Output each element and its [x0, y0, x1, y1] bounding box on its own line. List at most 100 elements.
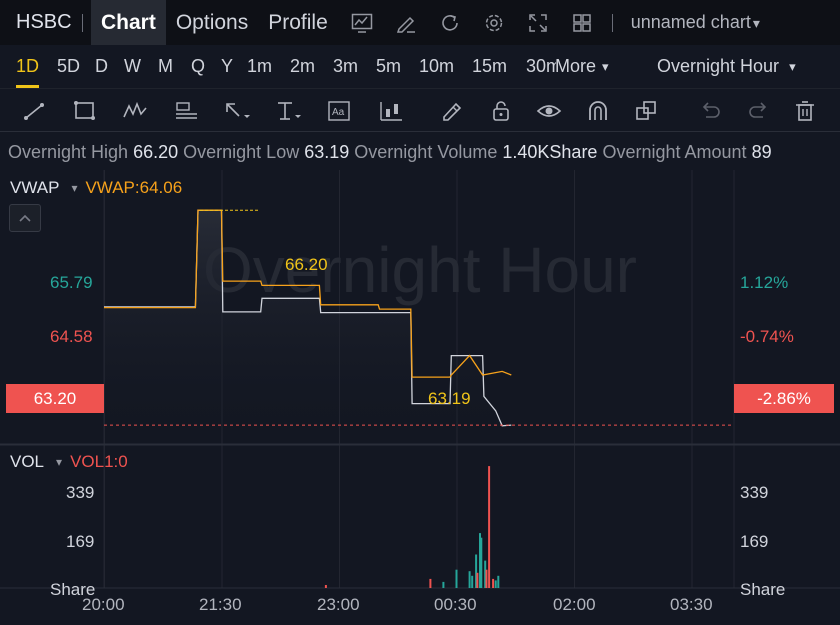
volume-indicator-header[interactable]: VOL ▾ VOL1:0 — [10, 452, 128, 472]
volume-bar — [480, 537, 483, 588]
volume-bar — [494, 580, 497, 588]
refresh-icon[interactable] — [428, 0, 472, 45]
current-price-tag: 63.20 — [6, 384, 104, 413]
draw-pencil-icon[interactable] — [384, 0, 428, 45]
timeframe-5D[interactable]: 5D — [57, 45, 80, 88]
volume-bar — [485, 569, 488, 588]
right-axis-label: 1.12% — [740, 273, 789, 292]
clone-icon[interactable] — [631, 97, 661, 125]
divider — [82, 13, 83, 32]
vwap-indicator-header[interactable]: VWAP ▾ VWAP:64.06 — [10, 178, 182, 198]
timeframe-bar: 1D 5D D W M Q Y 1m 2m 3m 5m 10m 15m 30m … — [0, 45, 840, 88]
rectangle-icon[interactable] — [70, 97, 100, 125]
chart-type-icon[interactable] — [340, 0, 384, 45]
collapse-indicators-button[interactable] — [9, 204, 41, 232]
timeframe-3m[interactable]: 3m — [333, 45, 358, 88]
more-timeframes-dropdown[interactable]: More ▾ — [555, 45, 609, 88]
volume-bar — [492, 578, 495, 588]
timeframe-1m[interactable]: 1m — [247, 45, 272, 88]
trash-icon[interactable] — [790, 97, 820, 125]
chevron-down-icon[interactable]: ▾ — [71, 181, 77, 195]
eye-icon[interactable] — [534, 97, 564, 125]
timeframe-W[interactable]: W — [124, 45, 141, 88]
vol-name: VOL — [10, 452, 45, 471]
divider — [611, 13, 613, 32]
price-chart[interactable]: Overnight Hour — [0, 170, 840, 625]
arrow-icon[interactable] — [222, 97, 252, 125]
lock-icon[interactable] — [486, 97, 516, 125]
timeframe-30m[interactable]: 30m — [526, 45, 556, 88]
volume-bar — [476, 572, 479, 588]
price-range-icon[interactable] — [273, 97, 303, 125]
high-label: Overnight High — [8, 142, 129, 162]
text-label-icon[interactable]: Aa — [325, 97, 355, 125]
timeframe-10m[interactable]: 10m — [419, 45, 454, 88]
volume-bar — [442, 581, 445, 588]
vol-right-axis-label: 169 — [740, 532, 769, 551]
volume-label: Overnight Volume — [354, 142, 498, 162]
left-axis-label: 64.58 — [50, 327, 93, 346]
right-axis-label: -0.74% — [740, 327, 794, 346]
tab-options[interactable]: Options — [166, 0, 258, 45]
vol-right-axis-label: 339 — [740, 483, 769, 502]
timeframe-5m[interactable]: 5m — [376, 45, 401, 88]
chevron-down-icon[interactable]: ▾ — [56, 455, 62, 469]
session-stats: Overnight High 66.20 Overnight Low 63.19… — [8, 142, 772, 163]
fullscreen-icon[interactable] — [516, 0, 560, 45]
vol-value: VOL1:0 — [70, 452, 128, 471]
magnet-icon[interactable] — [583, 97, 613, 125]
vwap-name: VWAP — [10, 178, 60, 197]
time-axis-label: 03:30 — [670, 595, 713, 614]
symbol-label[interactable]: HSBC — [0, 11, 92, 34]
more-label: More — [555, 56, 597, 76]
layout-grid-icon[interactable] — [560, 0, 604, 45]
volume-series — [324, 466, 500, 588]
redo-icon[interactable] — [744, 97, 774, 125]
high-value: 66.20 — [133, 142, 179, 162]
time-axis-label: 02:00 — [553, 595, 596, 614]
undo-icon[interactable] — [695, 97, 725, 125]
vol-left-axis-label: 169 — [66, 532, 95, 551]
vol-left-axis-label: 339 — [66, 483, 95, 502]
chevron-up-icon — [19, 214, 31, 222]
timeframe-30m-label: 30m — [526, 56, 556, 76]
settings-gear-icon[interactable] — [472, 0, 516, 45]
low-marker-label: 63.19 — [428, 389, 471, 408]
left-axis-label: 65.79 — [50, 273, 93, 292]
amount-value: 89 — [751, 142, 772, 162]
volume-value: 1.40KShare — [502, 142, 598, 162]
vwap-value: VWAP:64.06 — [85, 178, 183, 197]
session-dropdown[interactable]: Overnight Hour ▾ — [657, 45, 796, 88]
svg-text:Aa: Aa — [332, 107, 345, 118]
text-note-icon[interactable] — [172, 97, 202, 125]
high-marker-label: 66.20 — [285, 255, 328, 274]
top-bar: HSBC Chart Options Profile unnamed chart… — [0, 0, 840, 45]
tab-chart[interactable]: Chart — [91, 0, 166, 45]
volume-bar — [455, 569, 458, 588]
current-change-tag: -2.86% — [734, 384, 834, 413]
timeframe-2m[interactable]: 2m — [290, 45, 315, 88]
candles-icon[interactable] — [376, 97, 406, 125]
pattern-icon[interactable] — [120, 97, 150, 125]
volume-bar — [324, 585, 327, 588]
timeframe-15m[interactable]: 15m — [472, 45, 507, 88]
low-label: Overnight Low — [183, 142, 300, 162]
timeframe-M[interactable]: M — [158, 45, 173, 88]
chart-name-dropdown[interactable]: unnamed chart ▾ — [621, 12, 760, 33]
chart-name: unnamed chart — [630, 12, 751, 32]
volume-bar — [471, 575, 474, 588]
time-axis-label: 23:00 — [317, 595, 360, 614]
chevron-down-icon: ▾ — [752, 15, 760, 31]
volume-bar — [497, 575, 500, 588]
tab-profile[interactable]: Profile — [258, 0, 338, 45]
time-axis-label: 21:30 — [199, 595, 242, 614]
amount-label: Overnight Amount — [602, 142, 747, 162]
brush-icon[interactable] — [437, 97, 467, 125]
time-axis-label: 20:00 — [82, 595, 125, 614]
chevron-down-icon: ▾ — [789, 58, 796, 74]
timeframe-Y[interactable]: Y — [221, 45, 233, 88]
timeframe-1D[interactable]: 1D — [16, 45, 40, 88]
trend-line-icon[interactable] — [20, 97, 50, 125]
timeframe-D[interactable]: D — [95, 45, 108, 88]
timeframe-Q[interactable]: Q — [191, 45, 205, 88]
